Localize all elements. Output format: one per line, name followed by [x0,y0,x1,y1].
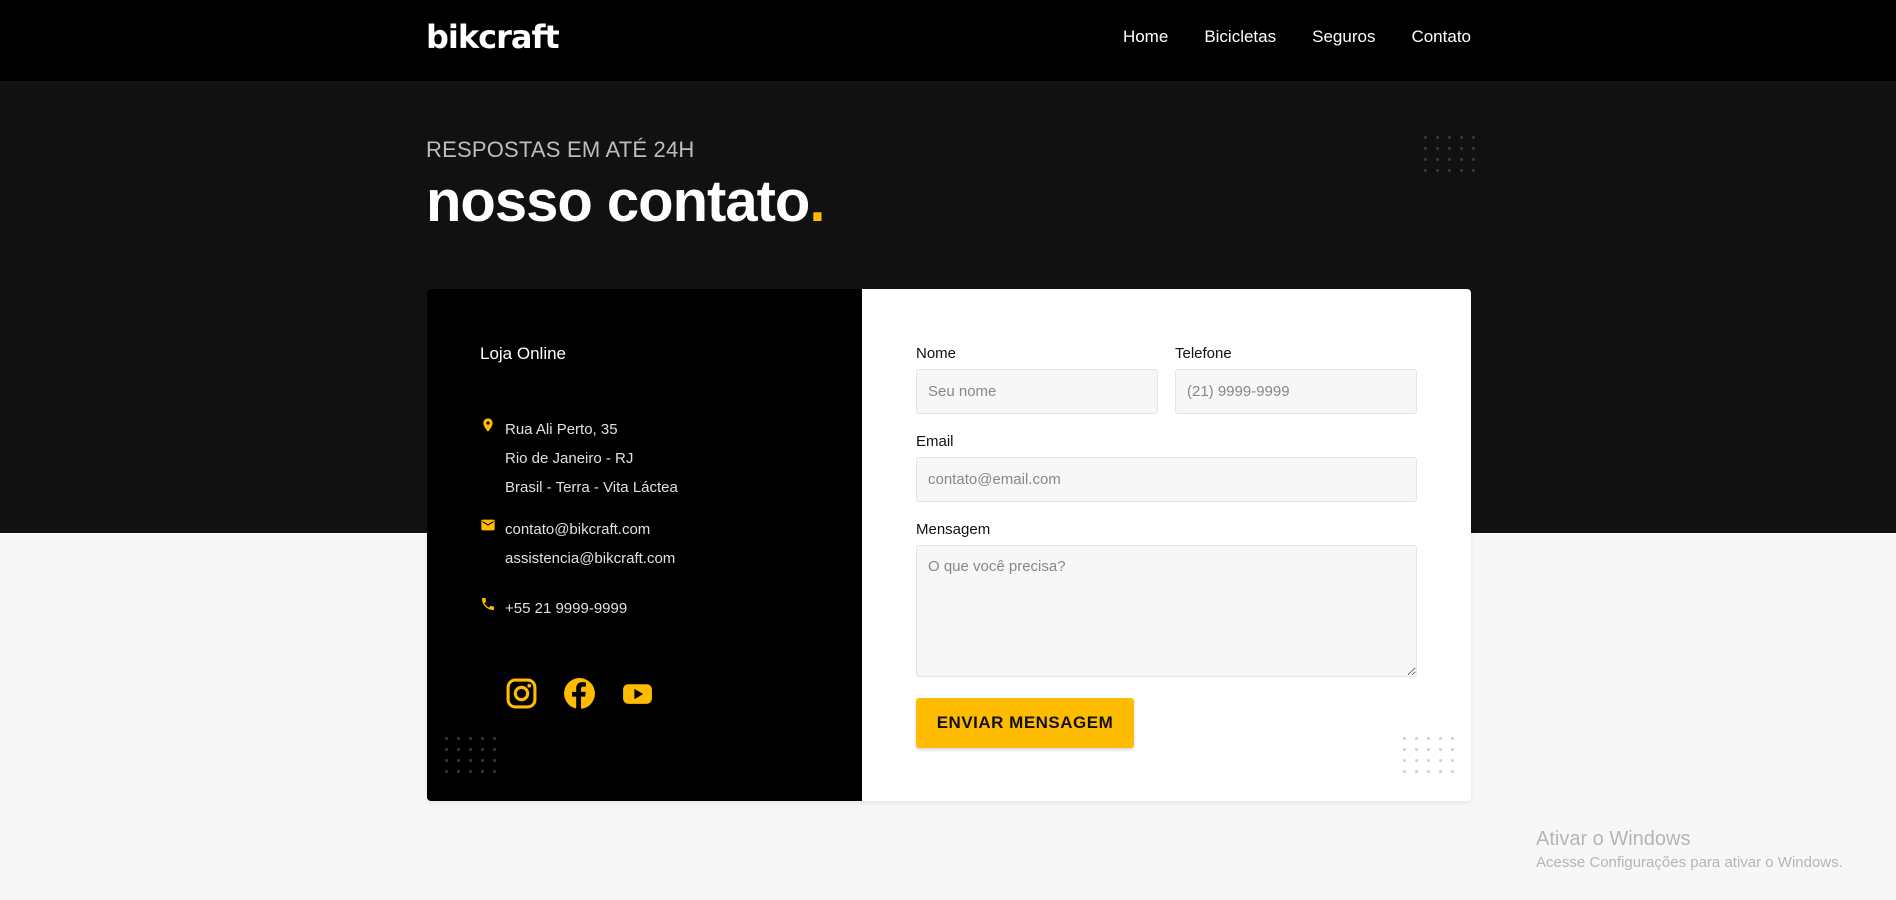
watermark-title: Ativar o Windows [1536,828,1691,850]
message-textarea[interactable] [916,545,1417,677]
page-title-text: nosso contato [426,169,810,234]
location-pin-icon [483,418,493,432]
nav-link-contato[interactable]: Contato [1411,27,1471,47]
phone-icon [482,598,494,610]
page-title-dot: . [809,169,825,234]
store-label: Loja Online [480,344,567,363]
watermark-subtitle: Acesse Configurações para ativar o Windo… [1536,854,1843,871]
phone-number[interactable]: +55 21 9999-9999 [505,594,627,623]
hero-subtitle: RESPOSTAS EM ATÉ 24H [426,137,695,162]
social-links [505,677,654,710]
address-line-3: Brasil - Terra - Vita Láctea [505,479,678,496]
nav-link-seguros[interactable]: Seguros [1312,27,1375,47]
email-input[interactable] [916,457,1417,502]
instagram-icon[interactable] [505,677,538,710]
site-header: bikcraft Home Bicicletas Seguros Contato [0,0,1896,81]
youtube-icon[interactable] [621,677,654,710]
address-block: Rua Ali Perto, 35 Rio de Janeiro - RJ Br… [480,415,678,502]
send-message-button[interactable]: ENVIAR MENSAGEM [916,698,1134,748]
email-assistencia[interactable]: assistencia@bikcraft.com [505,544,675,573]
decorative-dots-top [1424,136,1476,172]
name-label: Nome [916,345,957,362]
decorative-dots-right [1403,737,1455,773]
page-title: nosso contato. [426,168,825,235]
email-contato[interactable]: contato@bikcraft.com [505,515,675,544]
phone-block: +55 21 9999-9999 [480,594,627,623]
name-input[interactable] [916,369,1158,414]
nav-link-bicicletas[interactable]: Bicicletas [1204,27,1276,47]
email-label: Email [916,433,954,450]
email-block: contato@bikcraft.com assistencia@bikcraf… [480,515,675,573]
message-label: Mensagem [916,521,991,538]
contact-info-panel: Loja Online Rua Ali Perto, 35 Rio de Jan… [427,289,862,801]
address-line-2: Rio de Janeiro - RJ [505,450,634,467]
address-line-1: Rua Ali Perto, 35 [505,421,618,438]
mail-icon [481,519,495,531]
nav-link-home[interactable]: Home [1123,27,1168,47]
decorative-dots-left [445,737,497,773]
logo[interactable]: bikcraft [426,18,560,56]
facebook-icon[interactable] [563,677,596,710]
main-nav: Home Bicicletas Seguros Contato [1123,0,1471,74]
windows-activation-watermark: Ativar o Windows Acesse Configurações pa… [1536,828,1843,871]
contact-form: Nome Telefone Email Mensagem ENVIAR MENS… [862,289,1471,801]
phone-input[interactable] [1175,369,1417,414]
phone-label: Telefone [1175,345,1232,362]
contact-card: Loja Online Rua Ali Perto, 35 Rio de Jan… [427,289,1471,801]
